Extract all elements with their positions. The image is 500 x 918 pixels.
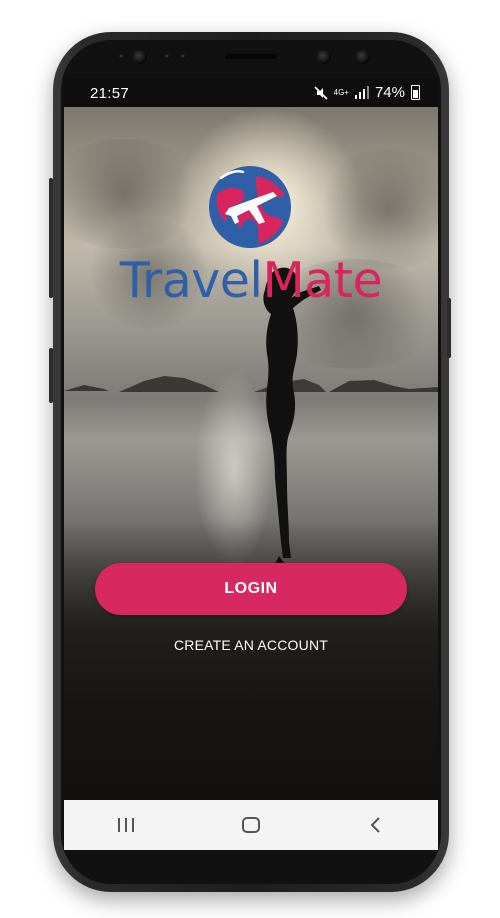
mute-icon xyxy=(314,85,328,100)
back-icon xyxy=(370,817,380,833)
battery-icon xyxy=(411,85,420,100)
recents-icon xyxy=(118,818,135,832)
signal-bars-icon xyxy=(354,86,369,99)
logo-word-travel: Travel xyxy=(119,252,263,309)
volume-up-button xyxy=(49,178,53,298)
bixby-button xyxy=(49,348,53,403)
status-time: 21:57 xyxy=(90,85,130,102)
front-sensor-dot xyxy=(181,54,186,59)
woman-silhouette xyxy=(263,267,321,564)
battery-percent: 74% xyxy=(374,84,405,101)
status-icons: 4G+ 74% xyxy=(314,84,420,101)
front-sensor-dot xyxy=(165,54,170,59)
app-logo-text: TravelMate xyxy=(64,253,438,309)
home-icon xyxy=(241,817,260,833)
network-type: 4G+ xyxy=(333,87,349,97)
logo-word-mate: Mate xyxy=(262,252,383,309)
earpiece-speaker xyxy=(225,54,277,59)
front-sensor-dot xyxy=(119,54,124,59)
login-button[interactable]: LOGIN xyxy=(95,563,407,615)
power-button xyxy=(447,298,451,358)
globe-airplane-icon xyxy=(209,166,291,248)
home-button[interactable] xyxy=(226,805,276,845)
app-screen: 21:57 4G+ 74% TravelMate LOGIN CREATE AN… xyxy=(64,79,438,850)
recents-button[interactable] xyxy=(101,805,151,845)
back-button[interactable] xyxy=(351,805,401,845)
front-sensor xyxy=(356,50,370,64)
create-account-link[interactable]: CREATE AN ACCOUNT xyxy=(64,637,438,653)
status-bar: 21:57 4G+ 74% xyxy=(64,79,438,107)
front-sensor xyxy=(133,50,147,64)
navigation-bar xyxy=(64,800,438,850)
front-camera xyxy=(317,50,331,64)
